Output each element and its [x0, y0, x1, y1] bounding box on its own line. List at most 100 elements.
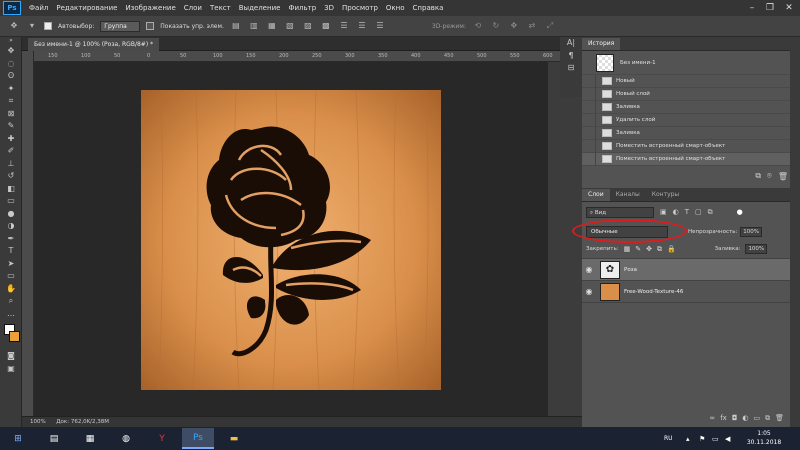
stamp-tool-icon[interactable]: ⊥	[0, 158, 22, 171]
tray-chevron-icon[interactable]: ▴	[686, 435, 690, 443]
filter-pixel-icon[interactable]: ▣	[660, 208, 667, 216]
3d-pan-icon[interactable]: ✥	[508, 20, 520, 32]
background-color[interactable]	[9, 331, 20, 342]
menu-type[interactable]: Текст	[206, 0, 235, 16]
photoshop-taskbar-icon[interactable]: Ps	[182, 428, 214, 449]
layer-row[interactable]: ◉ ✿ Роза	[582, 259, 800, 281]
opacity-input[interactable]: 100%	[740, 227, 763, 237]
crop-tool-icon[interactable]: ⌗	[0, 95, 22, 108]
fx-icon[interactable]: fx	[720, 414, 727, 422]
autoselect-checkbox[interactable]	[44, 22, 52, 30]
align-right-icon[interactable]: ▩	[320, 20, 332, 32]
show-transform-checkbox[interactable]	[146, 22, 155, 30]
visibility-eye-icon[interactable]: ◉	[582, 287, 596, 296]
filter-shape-icon[interactable]: ▢	[695, 208, 702, 216]
group-folder-icon[interactable]: ▭	[753, 414, 760, 422]
menu-edit[interactable]: Редактирование	[52, 0, 121, 16]
panel-scrollbar[interactable]	[790, 37, 800, 427]
menu-filter[interactable]: Фильтр	[284, 0, 320, 16]
align-left-icon[interactable]: ▧	[284, 20, 296, 32]
3d-slide-icon[interactable]: ⇄	[526, 20, 538, 32]
path-select-icon[interactable]: ➤	[0, 258, 22, 271]
minimize-icon[interactable]: –	[744, 0, 760, 16]
history-item[interactable]: Новый слой	[582, 87, 800, 101]
tab-channels[interactable]: Каналы	[610, 189, 646, 201]
lock-all-icon[interactable]: 🔒	[667, 245, 676, 253]
type-tool-icon[interactable]: T	[0, 245, 22, 258]
marquee-tool-icon[interactable]: ◌	[0, 58, 22, 71]
align-middle-icon[interactable]: ▥	[248, 20, 260, 32]
chevron-down-icon[interactable]: ▾	[26, 20, 38, 32]
color-swatches[interactable]	[0, 320, 21, 350]
document-size[interactable]: Док: 762,0K/2,38M	[56, 419, 109, 425]
zoom-level[interactable]: 100%	[30, 419, 46, 425]
healing-brush-icon[interactable]: ✚	[0, 133, 22, 146]
filter-smart-icon[interactable]: ⧉	[708, 208, 713, 217]
history-brush-icon[interactable]: ↺	[0, 170, 22, 183]
screen-mode-icon[interactable]: ▣	[0, 363, 22, 376]
history-item[interactable]: Удалить слой	[582, 113, 800, 127]
menu-file[interactable]: Файл	[25, 0, 52, 16]
lock-position-icon[interactable]: ✥	[646, 245, 652, 253]
history-item[interactable]: Новый	[582, 74, 800, 88]
move-tool-icon[interactable]: ✥	[8, 20, 20, 32]
lasso-tool-icon[interactable]: ʘ	[0, 70, 22, 83]
language-indicator[interactable]: RU	[664, 435, 673, 442]
menu-image[interactable]: Изображение	[121, 0, 179, 16]
eraser-tool-icon[interactable]: ◧	[0, 183, 22, 196]
taskbar-app-icon[interactable]: ▤	[38, 428, 70, 449]
align-bottom-icon[interactable]: ▦	[266, 20, 278, 32]
align-top-icon[interactable]: ▤	[230, 20, 242, 32]
history-item[interactable]: Заливка	[582, 100, 800, 114]
move-tool-icon[interactable]: ✥	[0, 45, 22, 58]
paragraph-icon[interactable]: ¶	[560, 50, 582, 63]
magic-wand-icon[interactable]: ✦	[0, 83, 22, 96]
layer-row[interactable]: ◉ Free-Wood-Texture-46	[582, 281, 800, 303]
distribute-icon[interactable]: ☰	[356, 20, 368, 32]
flag-icon[interactable]: ⚑	[699, 435, 705, 443]
3d-scale-icon[interactable]: ⤢	[544, 20, 556, 32]
yandex-browser-icon[interactable]: Y	[146, 428, 178, 449]
menu-3d[interactable]: 3D	[320, 0, 338, 16]
zoom-tool-icon[interactable]: ⌕	[0, 295, 22, 308]
history-item[interactable]: Поместить встроенный смарт-объект	[582, 152, 800, 166]
distribute-icon[interactable]: ☰	[374, 20, 386, 32]
ai-icon[interactable]: A|	[560, 37, 582, 50]
quick-mask-icon[interactable]: ◙	[0, 350, 22, 363]
3d-rotate-icon[interactable]: ⟲	[472, 20, 484, 32]
eyedropper-icon[interactable]: ✎	[0, 120, 22, 133]
dodge-tool-icon[interactable]: ◑	[0, 220, 22, 233]
lock-transparent-icon[interactable]: ▦	[624, 245, 631, 253]
trash-icon[interactable]: 🗑	[775, 414, 784, 422]
clock[interactable]: 1:05 30.11.2018	[740, 429, 788, 447]
blur-tool-icon[interactable]: ●	[0, 208, 22, 221]
menu-window[interactable]: Окно	[382, 0, 409, 16]
new-layer-icon[interactable]: ⧉	[765, 414, 770, 423]
menu-select[interactable]: Выделение	[235, 0, 285, 16]
taskbar-app-icon[interactable]: ▦	[74, 428, 106, 449]
history-item[interactable]: Заливка	[582, 126, 800, 140]
distribute-icon[interactable]: ☰	[338, 20, 350, 32]
link-layers-icon[interactable]: ∞	[709, 414, 715, 422]
camera-icon[interactable]: ⌾	[767, 171, 772, 181]
lock-pixels-icon[interactable]: ✎	[635, 245, 641, 253]
layer-filter-select[interactable]: ⌕ Вид	[586, 206, 654, 218]
start-button[interactable]: ⊞	[2, 428, 34, 449]
document-canvas[interactable]	[141, 90, 441, 390]
more-tools-icon[interactable]: …	[0, 308, 22, 321]
visibility-eye-icon[interactable]: ◉	[582, 265, 596, 274]
tab-layers[interactable]: Слои	[582, 189, 610, 201]
maximize-icon[interactable]: ❐	[762, 0, 778, 16]
layer-name[interactable]: Free-Wood-Texture-46	[624, 289, 683, 295]
brush-tool-icon[interactable]: ✐	[0, 145, 22, 158]
volume-icon[interactable]: ◀	[725, 435, 730, 443]
frame-tool-icon[interactable]: ⊠	[0, 108, 22, 121]
menu-layers[interactable]: Слои	[180, 0, 206, 16]
align-center-icon[interactable]: ▨	[302, 20, 314, 32]
monitor-icon[interactable]: ▭	[712, 435, 719, 443]
history-item[interactable]: Поместить встроенный смарт-объект	[582, 139, 800, 153]
adjustment-layer-icon[interactable]: ◐	[742, 414, 748, 422]
pen-tool-icon[interactable]: ✒	[0, 233, 22, 246]
layer-name[interactable]: Роза	[624, 267, 637, 273]
properties-icon[interactable]: ⊟	[560, 62, 582, 75]
